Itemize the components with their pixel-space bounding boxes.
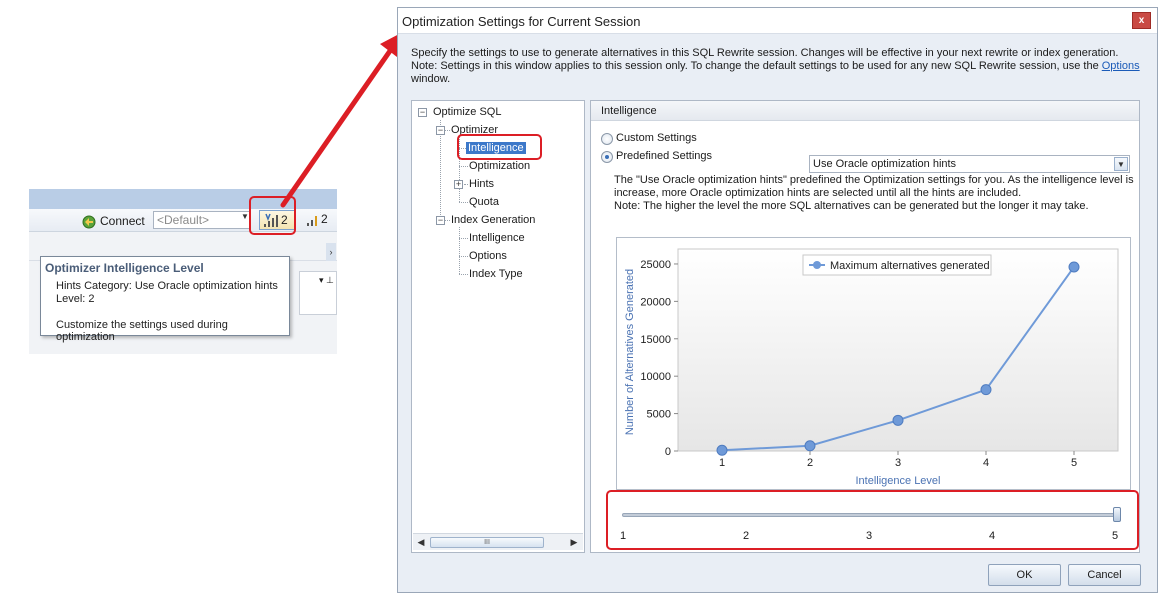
tree-connector bbox=[445, 220, 450, 221]
y-tick-label: 5000 bbox=[647, 409, 671, 421]
collapse-icon[interactable]: − bbox=[436, 126, 445, 135]
data-point bbox=[892, 414, 904, 426]
note-line-2: increase, more Oracle optimization hints… bbox=[614, 187, 1022, 199]
tooltip-customize-hint: Customize the settings used during optim… bbox=[56, 319, 228, 343]
settings-tree: − Optimize SQL − Optimizer Intelligence … bbox=[411, 100, 585, 553]
chevron-down-icon[interactable]: ▼ bbox=[241, 212, 249, 221]
data-point bbox=[980, 384, 992, 396]
description-line-3: window. bbox=[411, 73, 451, 85]
horizontal-scrollbar[interactable]: ◀ III ▶ bbox=[413, 533, 583, 550]
collapse-icon[interactable]: − bbox=[436, 216, 445, 225]
chevron-down-icon[interactable]: ▼ bbox=[1114, 157, 1128, 171]
panel-title: Intelligence bbox=[601, 105, 657, 117]
tree-item-options[interactable]: Options bbox=[469, 250, 507, 262]
data-point bbox=[804, 440, 816, 452]
button-highlight-box bbox=[249, 196, 296, 235]
tree-connector bbox=[459, 202, 468, 203]
tree-connector bbox=[445, 130, 450, 131]
ok-button[interactable]: OK bbox=[988, 564, 1061, 586]
description-text: Note: Settings in this window applies to… bbox=[411, 60, 1102, 72]
tree-connector bbox=[440, 120, 441, 221]
note-line-3: Note: The higher the level the more SQL … bbox=[614, 200, 1089, 212]
intelligence-panel: Intelligence Custom Settings Predefined … bbox=[590, 100, 1140, 553]
x-tick-label: 4 bbox=[983, 457, 989, 469]
tree-item-quota[interactable]: Quota bbox=[469, 196, 499, 208]
panel-header: Intelligence bbox=[591, 101, 1139, 121]
scrollbar-thumb[interactable]: III bbox=[430, 537, 544, 548]
x-axis-title: Intelligence Level bbox=[855, 475, 940, 487]
tooltip-level: Level: 2 bbox=[56, 293, 95, 305]
tree-item-optimization[interactable]: Optimization bbox=[469, 160, 530, 172]
intelligence-chart: 0 5000 10000 15000 20000 25000 1 2 3 4 5 Intelligen… bbox=[616, 237, 1131, 490]
index-level-icon bbox=[307, 216, 317, 226]
tree-connector bbox=[459, 256, 468, 257]
tree-connector bbox=[459, 227, 460, 274]
predefined-settings-label[interactable]: Predefined Settings bbox=[616, 150, 712, 162]
dialog-title: Optimization Settings for Current Sessio… bbox=[402, 14, 641, 29]
tree-item-index-type[interactable]: Index Type bbox=[469, 268, 523, 280]
description-line-2: Note: Settings in this window applies to… bbox=[411, 60, 1146, 73]
x-tick-label: 3 bbox=[895, 457, 901, 469]
collapse-icon[interactable]: − bbox=[418, 108, 427, 117]
x-tick-label: 5 bbox=[1071, 457, 1077, 469]
dialog-description: Specify the settings to use to generate … bbox=[411, 47, 1146, 86]
predefined-settings-value: Use Oracle optimization hints bbox=[813, 158, 957, 170]
tree-item-index-generation[interactable]: Index Generation bbox=[451, 214, 535, 226]
connect-icon[interactable] bbox=[81, 214, 97, 230]
data-point bbox=[1068, 261, 1080, 273]
description-line-1: Specify the settings to use to generate … bbox=[411, 47, 1119, 59]
tooltip-hints-category: Hints Category: Use Oracle optimization … bbox=[56, 280, 278, 292]
tree-item-hints[interactable]: Hints bbox=[469, 178, 494, 190]
close-button[interactable]: x bbox=[1132, 12, 1151, 29]
legend-label: Maximum alternatives generated bbox=[830, 260, 990, 272]
index-level-button[interactable]: 2 bbox=[304, 210, 337, 230]
note-line-1: The "Use Oracle optimization hints" pred… bbox=[614, 174, 1134, 186]
y-tick-label: 0 bbox=[665, 446, 671, 458]
scroll-left-icon[interactable]: ◀ bbox=[415, 536, 427, 549]
predefined-settings-select[interactable]: Use Oracle optimization hints ▼ bbox=[809, 155, 1130, 173]
x-tick-label: 1 bbox=[719, 457, 725, 469]
legend-marker bbox=[813, 261, 821, 269]
tree-connector bbox=[464, 184, 468, 185]
data-point bbox=[716, 444, 728, 456]
expand-icon[interactable]: + bbox=[454, 180, 463, 189]
connection-combo[interactable]: <Default> bbox=[153, 211, 251, 229]
chevron-right-icon[interactable]: › bbox=[326, 243, 336, 261]
tree-item-optimize-sql[interactable]: Optimize SQL bbox=[433, 106, 501, 118]
custom-settings-radio[interactable] bbox=[601, 133, 613, 145]
tree-connector bbox=[459, 166, 468, 167]
y-tick-label: 15000 bbox=[640, 334, 671, 346]
tree-connector bbox=[459, 238, 468, 239]
connect-button[interactable]: Connect bbox=[100, 214, 145, 228]
scroll-right-icon[interactable]: ▶ bbox=[568, 536, 580, 549]
tree-highlight-box bbox=[457, 134, 542, 160]
options-link[interactable]: Options bbox=[1102, 60, 1140, 72]
y-tick-label: 25000 bbox=[640, 259, 671, 271]
pin-icon[interactable]: ▾ ⊥ bbox=[319, 275, 334, 286]
predefined-settings-radio[interactable] bbox=[601, 151, 613, 163]
title-bar: Optimization Settings for Current Sessio… bbox=[398, 8, 1157, 34]
custom-settings-label[interactable]: Custom Settings bbox=[616, 132, 697, 144]
cancel-button[interactable]: Cancel bbox=[1068, 564, 1141, 586]
slider-highlight-box bbox=[606, 490, 1139, 550]
tooltip: Optimizer Intelligence Level Hints Categ… bbox=[40, 256, 290, 343]
chart-svg: 0 5000 10000 15000 20000 25000 1 2 3 4 5 Intelligen… bbox=[624, 248, 1119, 487]
tooltip-title: Optimizer Intelligence Level bbox=[45, 261, 204, 275]
y-tick-label: 20000 bbox=[640, 296, 671, 308]
tree-connector bbox=[459, 274, 468, 275]
intelligence-note: The "Use Oracle optimization hints" pred… bbox=[614, 174, 1134, 213]
index-level-value: 2 bbox=[321, 212, 328, 226]
x-tick-label: 2 bbox=[807, 457, 813, 469]
tree-item-index-intelligence[interactable]: Intelligence bbox=[469, 232, 525, 244]
y-tick-label: 10000 bbox=[640, 371, 671, 383]
optimization-settings-dialog: Optimization Settings for Current Sessio… bbox=[397, 7, 1158, 593]
y-axis-title: Number of Alternatives Generated bbox=[624, 269, 636, 435]
